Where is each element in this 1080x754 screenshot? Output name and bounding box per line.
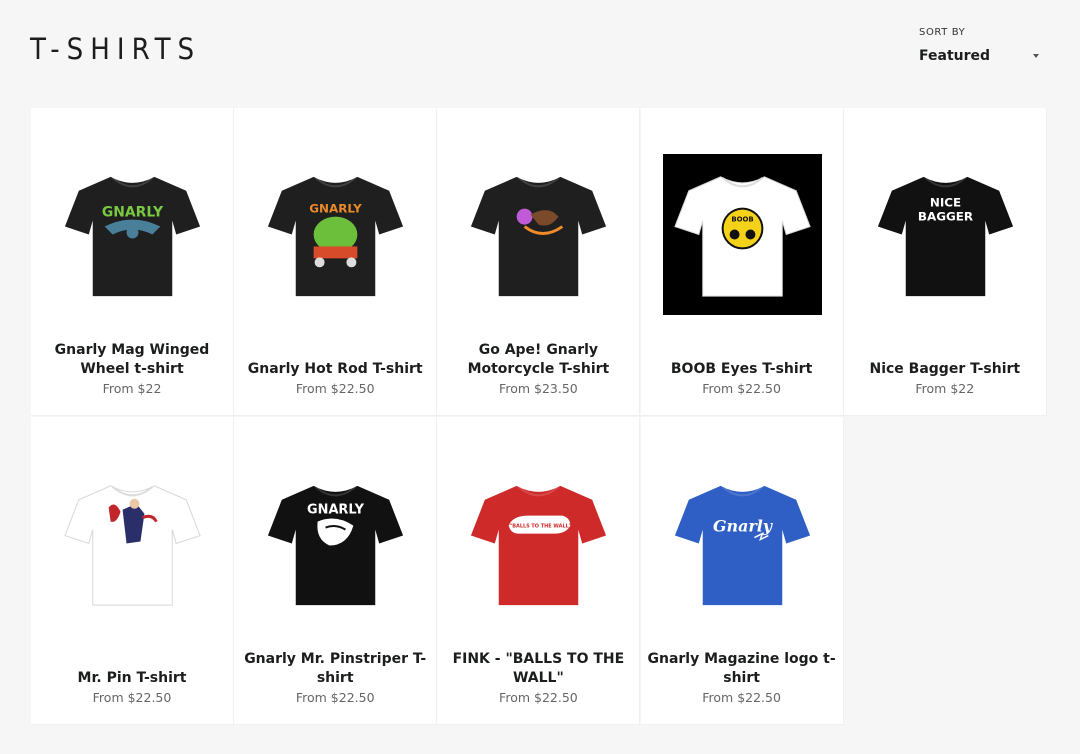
tshirt-icon: "BALLS TO THE WALL" [471,485,607,606]
product-title[interactable]: Gnarly Hot Rod T-shirt [240,360,430,379]
product-image[interactable] [459,154,618,315]
product-image[interactable]: Gnarly [663,463,822,624]
tshirt-icon: GNARLY [268,485,404,606]
svg-text:GNARLY: GNARLY [102,205,164,221]
product-info: Go Ape! Gnarly Motorcycle T-shirt From $2… [443,341,633,397]
sort-label: SORT BY [919,27,966,38]
product-image[interactable]: BOOB [662,154,822,315]
product-title[interactable]: Mr. Pin T-shirt [37,669,227,688]
product-info: FINK - "BALLS TO THE WALL" From $22.50 [443,650,633,706]
product-price: From $22.50 [499,690,578,705]
product-info: Gnarly Mr. Pinstriper T-shirt From $22.50 [240,650,430,706]
product-info: Nice Bagger T-shirt From $22 [850,360,1040,397]
product-title[interactable]: Nice Bagger T-shirt [850,360,1040,379]
product-title[interactable]: Go Ape! Gnarly Motorcycle T-shirt [443,341,633,379]
sort-control: SORT BY Featured [919,27,1043,64]
product-title[interactable]: Gnarly Magazine logo t-shirt [647,650,837,688]
product-price: From $22.50 [295,381,375,396]
svg-text:Gnarly: Gnarly [713,517,774,536]
product-title[interactable]: Gnarly Mag Winged Wheel t-shirt [37,341,227,379]
product-price: From $22 [915,381,975,396]
product-image[interactable]: GNARLY [256,154,415,315]
svg-text:BOOB: BOOB [731,216,753,224]
product-card[interactable]: NICE BAGGER Nice Bagger T-shirt From $22 [843,108,1047,416]
sort-value: Featured [919,48,991,64]
svg-text:NICE: NICE [930,196,961,210]
product-info: Gnarly Magazine logo t-shirt From $22.50 [647,650,837,706]
product-price: From $22.50 [92,690,172,705]
product-card[interactable]: Go Ape! Gnarly Motorcycle T-shirt From $2… [437,108,641,416]
chevron-down-icon [1033,54,1039,58]
product-price: From $22.50 [295,690,375,705]
product-image[interactable]: "BALLS TO THE WALL" [459,463,618,624]
tshirt-icon: GNARLY [268,176,404,297]
svg-text:BAGGER: BAGGER [918,210,973,224]
product-price: From $22 [102,381,162,396]
svg-text:GNARLY: GNARLY [309,202,362,216]
product-info: Mr. Pin T-shirt From $22.50 [37,669,227,706]
product-price: From $22.50 [702,381,781,396]
product-card[interactable]: GNARLY Gnarly Mr. Pinstriper T-shirt From … [234,417,438,725]
product-image[interactable] [53,463,212,624]
product-image[interactable]: NICE BAGGER [866,154,1025,315]
product-price: From $23.50 [499,381,578,396]
page-title: T-SHIRTS [30,32,202,66]
product-card[interactable]: "BALLS TO THE WALL" FINK - "BALLS TO THE … [437,417,641,725]
product-card[interactable]: GNARLY Gnarly Mag Winged Wheel t-shirt Fro… [31,108,234,416]
product-image[interactable]: GNARLY [256,463,415,624]
svg-text:GNARLY: GNARLY [307,503,365,518]
product-price: From $22.50 [702,690,781,705]
tshirt-icon: Gnarly [674,485,810,606]
product-title[interactable]: BOOB Eyes T-shirt [647,360,837,379]
tshirt-icon: GNARLY [64,176,201,297]
product-image[interactable]: GNARLY [53,154,212,315]
tshirt-icon [471,176,607,297]
tshirt-icon: BOOB [673,176,811,297]
product-card[interactable]: Gnarly Gnarly Magazine logo t-shirt From $… [640,417,844,725]
tshirt-icon [64,485,201,606]
svg-text:"BALLS TO THE WALL": "BALLS TO THE WALL" [510,524,572,530]
product-card[interactable]: BOOB BOOB Eyes T-shirt From $22.50 [640,108,844,416]
product-title[interactable]: FINK - "BALLS TO THE WALL" [443,650,633,688]
product-card[interactable]: Mr. Pin T-shirt From $22.50 [31,417,234,725]
product-card[interactable]: GNARLY Gnarly Hot Rod T-shirt From $22.50 [234,108,438,416]
product-info: Gnarly Hot Rod T-shirt From $22.50 [240,360,430,397]
product-info: BOOB Eyes T-shirt From $22.50 [647,360,837,397]
tshirt-icon: NICEBAGGER [877,176,1013,297]
product-info: Gnarly Mag Winged Wheel t-shirt From $22 [37,341,227,397]
product-title[interactable]: Gnarly Mr. Pinstriper T-shirt [240,650,430,688]
sort-select[interactable]: Featured [919,48,1043,64]
